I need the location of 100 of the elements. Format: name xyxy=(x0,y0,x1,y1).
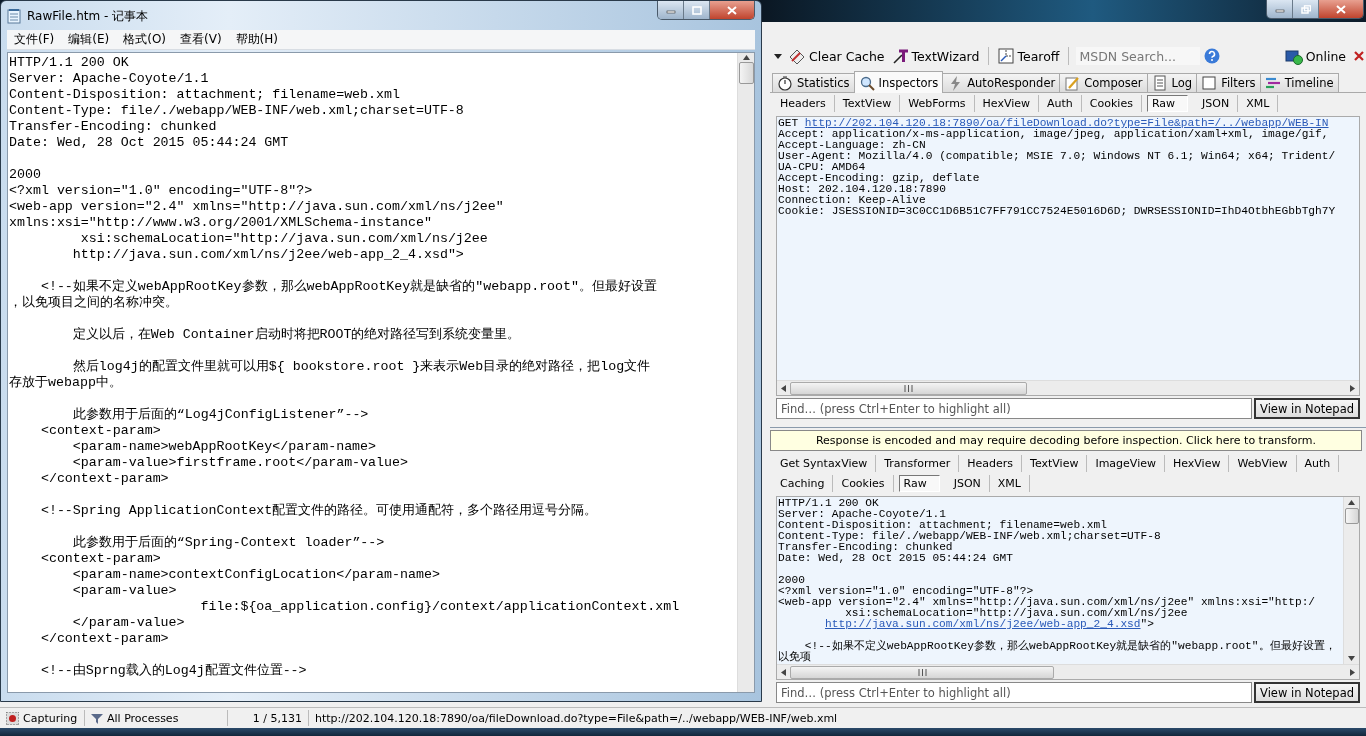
close-icon xyxy=(1354,51,1364,61)
tab[interactable]: Auth xyxy=(1296,454,1340,472)
scroll-thumb[interactable] xyxy=(790,665,1054,679)
scroll-right-icon xyxy=(1350,384,1355,392)
text-line: </context-param> xyxy=(39,631,170,647)
dropdown-icon[interactable] xyxy=(774,53,782,59)
text-line: <?xml version="1.0" encoding="UTF-8"?> xyxy=(9,183,314,199)
menu-item[interactable]: 文件(F) xyxy=(7,30,62,49)
tab[interactable]: Filters xyxy=(1196,73,1261,92)
tab[interactable]: XML xyxy=(989,474,1030,492)
grip-icon xyxy=(917,668,927,676)
tab[interactable]: Get SyntaxView xyxy=(772,454,877,472)
link[interactable]: http://java.sun.com/xml/ns/j2ee/web-app_2_4.xsd xyxy=(825,618,1141,630)
tab[interactable]: WebForms xyxy=(900,94,975,112)
scrollbar[interactable] xyxy=(737,53,754,692)
close-button[interactable] xyxy=(1319,0,1363,18)
link[interactable]: http://202.104.120.18:7890/oa/fileDownload.do?type=File&path=/../webapp/WEB-IN xyxy=(804,117,1329,129)
tab-icon xyxy=(1064,75,1081,91)
clear-cache-button[interactable]: Clear Cache xyxy=(786,47,887,65)
text-line: HTTP/1.1 200 OK xyxy=(778,498,880,509)
tab[interactable]: JSON xyxy=(1194,94,1239,112)
text-line: Connection: Keep-Alive xyxy=(778,195,927,206)
scrollbar[interactable] xyxy=(777,380,1359,395)
menu-item[interactable]: 查看(V) xyxy=(173,30,229,49)
text-line: Server: Apache-Coyote/1.1 xyxy=(778,509,946,520)
menu-item[interactable]: 格式(O) xyxy=(116,30,174,49)
capture-status[interactable]: Capturing xyxy=(23,711,78,725)
scroll-thumb[interactable] xyxy=(738,62,754,84)
text-line: ，以免项目之间的名称冲突。 xyxy=(9,295,179,311)
online-button[interactable]: Online xyxy=(1282,46,1348,66)
restore-button[interactable] xyxy=(1293,0,1319,18)
tab-icon xyxy=(777,75,793,91)
tab[interactable]: ImageView xyxy=(1087,454,1165,472)
text-line: xsi:schemaLocation="http://java.sun.com/xml/ns/j2ee xyxy=(79,231,489,247)
tab[interactable]: Auth xyxy=(1039,94,1082,112)
tab[interactable]: Statistics xyxy=(772,73,855,92)
tab[interactable]: TextView xyxy=(1022,454,1088,472)
close-button[interactable] xyxy=(1352,50,1366,62)
text-line: <web-app version="2.4" xmlns="http://java.sun.com/xml/ns/j2ee" xmlns:xsi="http:/ xyxy=(778,597,1317,608)
tab[interactable]: Transformer xyxy=(876,454,960,472)
tearoff-button[interactable]: Tearoff xyxy=(996,47,1062,65)
text-line: <!--Spring ApplicationContext配置文件的路径。可使用通配符，多个路径用逗号分隔。 xyxy=(39,503,599,519)
tab[interactable]: Raw xyxy=(1146,94,1189,112)
text-line: Server: Apache-Coyote/1.1 xyxy=(9,71,210,87)
tab[interactable]: Cookies xyxy=(1081,94,1142,112)
text-line: 2000 xyxy=(778,575,806,586)
scroll-left-icon xyxy=(781,384,786,392)
maximize-button[interactable] xyxy=(684,1,710,19)
text-line: Accept-Language: zh-CN xyxy=(778,140,926,151)
minimize-button[interactable] xyxy=(1267,0,1293,18)
text-line: User-Agent: Mozilla/4.0 (compatible; MSIE 7.0; Windows NT 6.1; Win64; x64; Trident/ xyxy=(778,151,1337,162)
menu-item[interactable]: 编辑(E) xyxy=(61,30,117,49)
help-icon[interactable] xyxy=(1204,48,1221,64)
scrollbar[interactable] xyxy=(1343,497,1359,664)
filter-icon[interactable] xyxy=(91,712,103,724)
scroll-thumb[interactable] xyxy=(1344,508,1359,524)
tab-icon xyxy=(1201,75,1218,91)
tab[interactable]: TextView xyxy=(834,94,901,112)
text-line: <!--如果不定义webAppRootKey参数，那么webAppRootKey就是缺省的"webapp.root"。但最好设置 xyxy=(39,279,659,295)
tab[interactable]: WebView xyxy=(1229,454,1297,472)
tab[interactable]: Headers xyxy=(772,94,835,112)
text-line: Transfer-Encoding: chunked xyxy=(9,119,218,135)
text-line: http://java.sun.com/xml/ns/j2ee/web-app_2_4.xsd"> xyxy=(71,247,465,263)
scroll-thumb[interactable] xyxy=(790,381,1027,395)
tab[interactable]: JSON xyxy=(945,474,990,492)
text-line: <context-param> xyxy=(39,423,162,439)
find-field[interactable]: Find… (press Ctrl+Enter to highlight all) xyxy=(776,682,1253,703)
tab[interactable]: Cookies xyxy=(833,474,894,492)
scrollbar[interactable] xyxy=(777,664,1359,679)
tab[interactable]: Raw xyxy=(898,474,940,492)
close-button[interactable] xyxy=(710,1,754,19)
tab[interactable]: XML xyxy=(1238,94,1279,112)
window-icon xyxy=(998,48,1015,64)
text-line: </context-param> xyxy=(39,471,170,487)
capture-icon[interactable] xyxy=(6,711,19,725)
tab[interactable]: AutoResponder xyxy=(942,73,1061,92)
view-in-notepad-button[interactable]: View in Notepad xyxy=(1254,398,1360,419)
text-line: <param-name>webAppRootKey</param-name> xyxy=(71,439,378,455)
notice-bar[interactable]: Response is encoded and may require decoding before inspection. Click here to transform. xyxy=(770,430,1362,451)
scroll-down-icon xyxy=(1348,656,1355,661)
search-field[interactable]: MSDN Search... xyxy=(1076,47,1201,65)
tab-icon xyxy=(1151,75,1168,91)
tab[interactable]: Log xyxy=(1146,73,1198,92)
textwizard-button[interactable]: TextWizard xyxy=(890,47,982,65)
minimize-button[interactable] xyxy=(658,1,684,19)
tab[interactable]: Timeline xyxy=(1259,73,1339,92)
tab[interactable]: Inspectors xyxy=(853,71,944,93)
grip-icon xyxy=(904,384,913,392)
tab[interactable]: Caching xyxy=(772,474,834,492)
menu-item[interactable]: 帮助(H) xyxy=(228,30,285,49)
text-line: Cookie: JSESSIONID=3C0CC1D6B51C7FF791CC7524E5016D6D; DWRSESSIONID=IhD4OtbhEGbbTgh7Y xyxy=(778,206,1337,217)
text-line: <web-app version="2.4" xmlns="http://java.sun.com/xml/ns/j2ee" xyxy=(9,199,505,215)
process-filter[interactable]: All Processes xyxy=(107,711,179,725)
find-field[interactable]: Find… (press Ctrl+Enter to highlight all) xyxy=(776,398,1253,419)
tab[interactable]: HexView xyxy=(974,94,1040,112)
tab[interactable]: HexView xyxy=(1164,454,1230,472)
tab[interactable]: Composer xyxy=(1059,73,1148,92)
view-in-notepad-button[interactable]: View in Notepad xyxy=(1254,682,1360,703)
tab-icon xyxy=(858,74,875,91)
tab[interactable]: Headers xyxy=(959,454,1023,472)
